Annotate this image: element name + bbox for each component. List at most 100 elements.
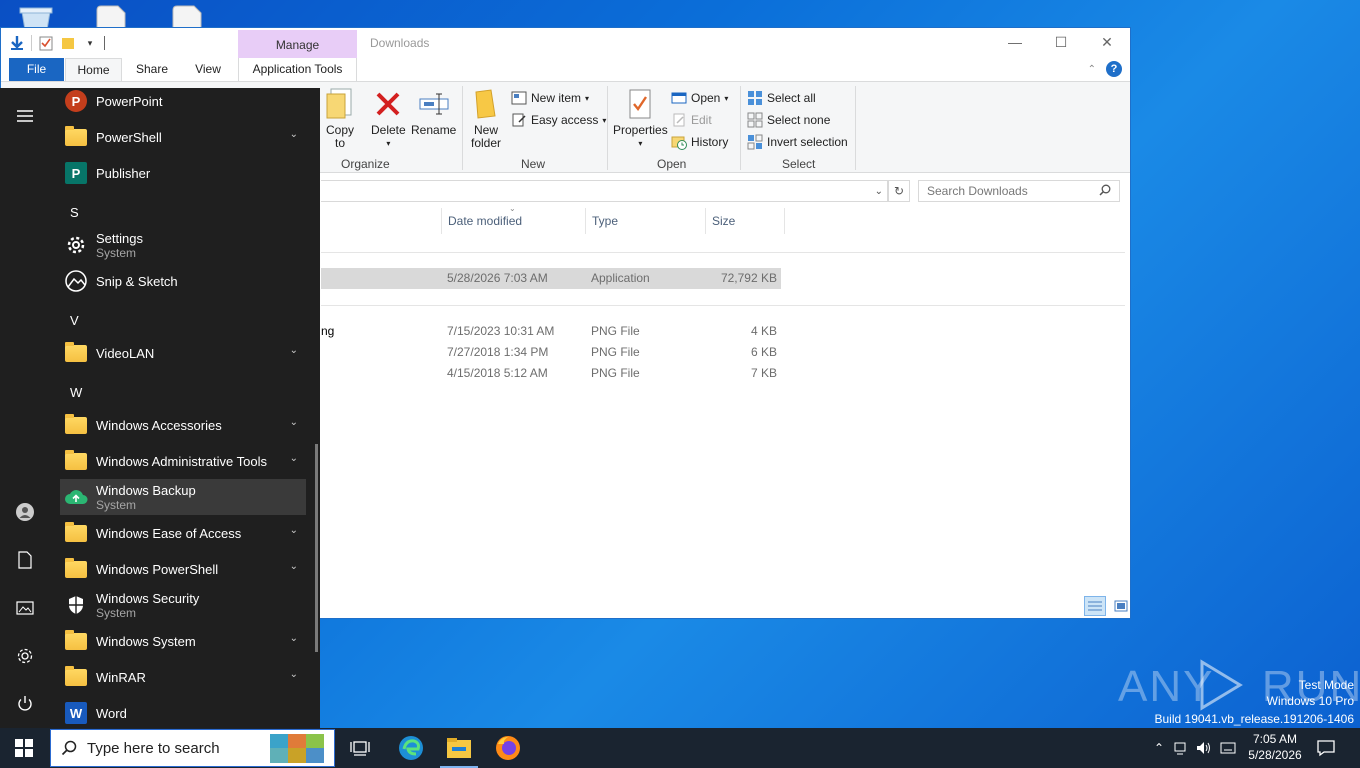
- new-folder-icon[interactable]: [60, 35, 76, 51]
- task-view-icon[interactable]: [346, 734, 374, 762]
- notifications-icon: [1317, 740, 1335, 757]
- minimize-button[interactable]: —: [992, 28, 1038, 56]
- new-item-button[interactable]: New item ▾: [511, 89, 589, 107]
- collapse-ribbon-icon[interactable]: ⌃: [1088, 64, 1096, 75]
- app-snip-sketch[interactable]: Snip & Sketch: [60, 263, 306, 299]
- manage-context-tab[interactable]: Manage: [238, 30, 357, 58]
- app-windows-backup[interactable]: Windows Backup System: [60, 479, 306, 515]
- tab-file[interactable]: File: [9, 58, 64, 81]
- file-row[interactable]: ng 7/15/2023 10:31 AM PNG File 4 KB: [321, 321, 781, 342]
- app-windows-system-folder[interactable]: Windows System ⌄: [60, 623, 306, 659]
- app-powerpoint[interactable]: P PowerPoint: [60, 83, 306, 119]
- build-text: Build 19041.vb_release.191206-1406: [1154, 712, 1355, 726]
- publisher-icon: P: [62, 159, 90, 187]
- app-powershell-folder[interactable]: PowerShell ⌄: [60, 119, 306, 155]
- address-dropdown-icon[interactable]: ⌄: [875, 186, 883, 197]
- app-videolan-folder[interactable]: VideoLAN ⌄: [60, 335, 306, 371]
- chevron-down-icon: ⌄: [289, 345, 298, 356]
- network-icon[interactable]: [1168, 741, 1192, 755]
- letter-header-w[interactable]: W: [70, 385, 82, 400]
- select-all-icon: [747, 90, 763, 106]
- properties-label: Properties: [613, 123, 668, 137]
- invert-selection-icon: [747, 134, 763, 150]
- select-none-button[interactable]: Select none: [747, 111, 830, 129]
- large-icons-view-icon[interactable]: [1110, 596, 1132, 616]
- qat-dropdown-icon[interactable]: ▾: [82, 35, 98, 51]
- tab-application-tools[interactable]: Application Tools: [238, 58, 357, 81]
- documents-icon[interactable]: [13, 548, 37, 572]
- column-size[interactable]: Size: [705, 208, 785, 234]
- maximize-button[interactable]: ☐: [1038, 28, 1084, 56]
- copy-to-button[interactable]: Copy to: [324, 88, 356, 150]
- search-highlight-puzzle-icon: [270, 734, 324, 763]
- settings-gear-icon[interactable]: [13, 644, 37, 668]
- file-row[interactable]: 5/28/2026 7:03 AM Application 72,792 KB: [321, 268, 781, 289]
- select-all-button[interactable]: Select all: [747, 89, 816, 107]
- folder-icon: [62, 339, 90, 367]
- app-windows-security[interactable]: Windows Security System: [60, 587, 306, 623]
- action-center-button[interactable]: [1316, 728, 1336, 768]
- rename-button[interactable]: Rename: [411, 88, 456, 137]
- delete-button[interactable]: Delete ▾: [371, 88, 406, 150]
- column-date-modified[interactable]: Date modified: [441, 208, 585, 234]
- address-bar[interactable]: ⌄: [321, 180, 888, 202]
- app-windows-accessories-folder[interactable]: Windows Accessories ⌄: [60, 407, 306, 443]
- new-folder-icon: [470, 88, 502, 120]
- close-button[interactable]: ✕: [1084, 28, 1130, 56]
- file-explorer-icon[interactable]: [445, 734, 473, 762]
- file-type: Application: [591, 271, 650, 285]
- app-publisher[interactable]: P Publisher: [60, 155, 306, 191]
- easy-access-button[interactable]: Easy access ▾: [511, 111, 606, 129]
- start-menu-scrollbar[interactable]: [315, 444, 318, 652]
- app-windows-powershell-folder[interactable]: Windows PowerShell ⌄: [60, 551, 306, 587]
- folder-icon: [62, 519, 90, 547]
- start-button[interactable]: [0, 728, 48, 768]
- invert-selection-button[interactable]: Invert selection: [747, 133, 848, 151]
- volume-icon[interactable]: [1192, 741, 1216, 755]
- backup-cloud-icon: [62, 483, 90, 511]
- details-view-icon[interactable]: [1084, 596, 1106, 616]
- qat-separator: [31, 35, 32, 51]
- app-settings[interactable]: Settings System: [60, 227, 306, 263]
- keyboard-ime-icon[interactable]: [1216, 741, 1240, 755]
- history-button[interactable]: History: [671, 133, 728, 151]
- refresh-button[interactable]: ↻: [888, 180, 910, 202]
- search-icon: [1099, 184, 1111, 199]
- app-winrar-folder[interactable]: WinRAR ⌄: [60, 659, 306, 695]
- chevron-down-icon: ⌄: [289, 453, 298, 464]
- download-arrow-icon[interactable]: [9, 35, 25, 51]
- search-downloads-input[interactable]: Search Downloads: [918, 180, 1120, 202]
- invert-selection-label: Invert selection: [767, 135, 848, 149]
- app-windows-ease-folder[interactable]: Windows Ease of Access ⌄: [60, 515, 306, 551]
- edge-browser-icon[interactable]: [397, 734, 425, 762]
- file-row[interactable]: 7/27/2018 1:34 PM PNG File 6 KB: [321, 342, 781, 363]
- open-button[interactable]: Open ▾: [671, 89, 728, 107]
- firefox-icon[interactable]: [494, 734, 522, 762]
- tab-view[interactable]: View: [184, 58, 232, 81]
- properties-check-icon[interactable]: [38, 35, 54, 51]
- new-folder-button[interactable]: New folder: [470, 88, 502, 150]
- pictures-icon[interactable]: [13, 596, 37, 620]
- column-type[interactable]: Type: [585, 208, 705, 234]
- properties-button[interactable]: Properties ▾: [613, 88, 668, 150]
- windows-logo-icon: [15, 739, 33, 757]
- rename-label: Rename: [411, 123, 457, 137]
- file-row[interactable]: 4/15/2018 5:12 AM PNG File 7 KB: [321, 363, 781, 384]
- help-icon[interactable]: ?: [1106, 61, 1122, 77]
- shield-icon: [62, 591, 90, 619]
- chevron-up-icon[interactable]: ⌃: [1150, 741, 1168, 755]
- edit-button[interactable]: Edit: [671, 111, 712, 129]
- letter-header-s[interactable]: S: [70, 205, 79, 220]
- app-label: PowerShell: [96, 129, 162, 145]
- user-account-icon[interactable]: [13, 500, 37, 524]
- app-word[interactable]: W Word: [60, 695, 306, 731]
- tab-share[interactable]: Share: [129, 58, 175, 81]
- app-windows-admin-tools-folder[interactable]: Windows Administrative Tools ⌄: [60, 443, 306, 479]
- taskbar-search-box[interactable]: Type here to search: [50, 729, 335, 767]
- power-icon[interactable]: [13, 692, 37, 716]
- file-date: 7/15/2023 10:31 AM: [447, 324, 555, 338]
- tab-home[interactable]: Home: [65, 58, 122, 81]
- clock[interactable]: 7:05 AM 5/28/2026: [1246, 731, 1304, 763]
- letter-header-v[interactable]: V: [70, 313, 79, 328]
- hamburger-menu-icon[interactable]: [13, 104, 37, 128]
